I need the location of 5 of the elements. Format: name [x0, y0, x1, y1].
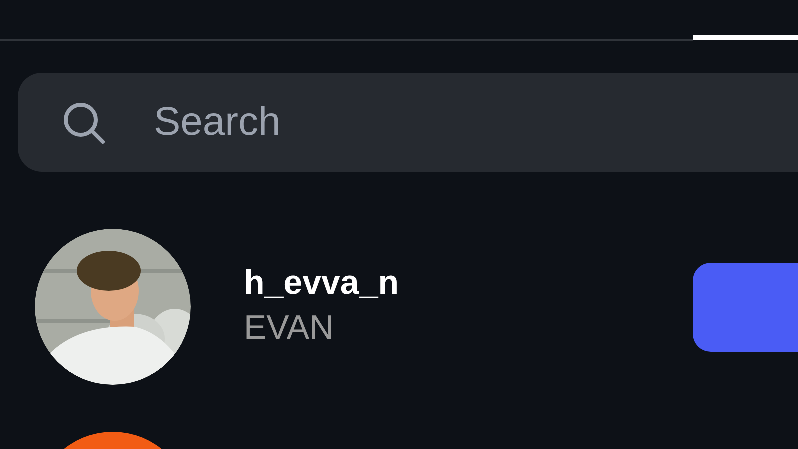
search-field[interactable]: Search	[18, 73, 798, 172]
username: h_evva_n	[244, 264, 399, 303]
tab-indicator[interactable]	[693, 35, 798, 40]
tab-divider[interactable]	[0, 39, 693, 41]
display-name: EVAN	[244, 309, 336, 348]
